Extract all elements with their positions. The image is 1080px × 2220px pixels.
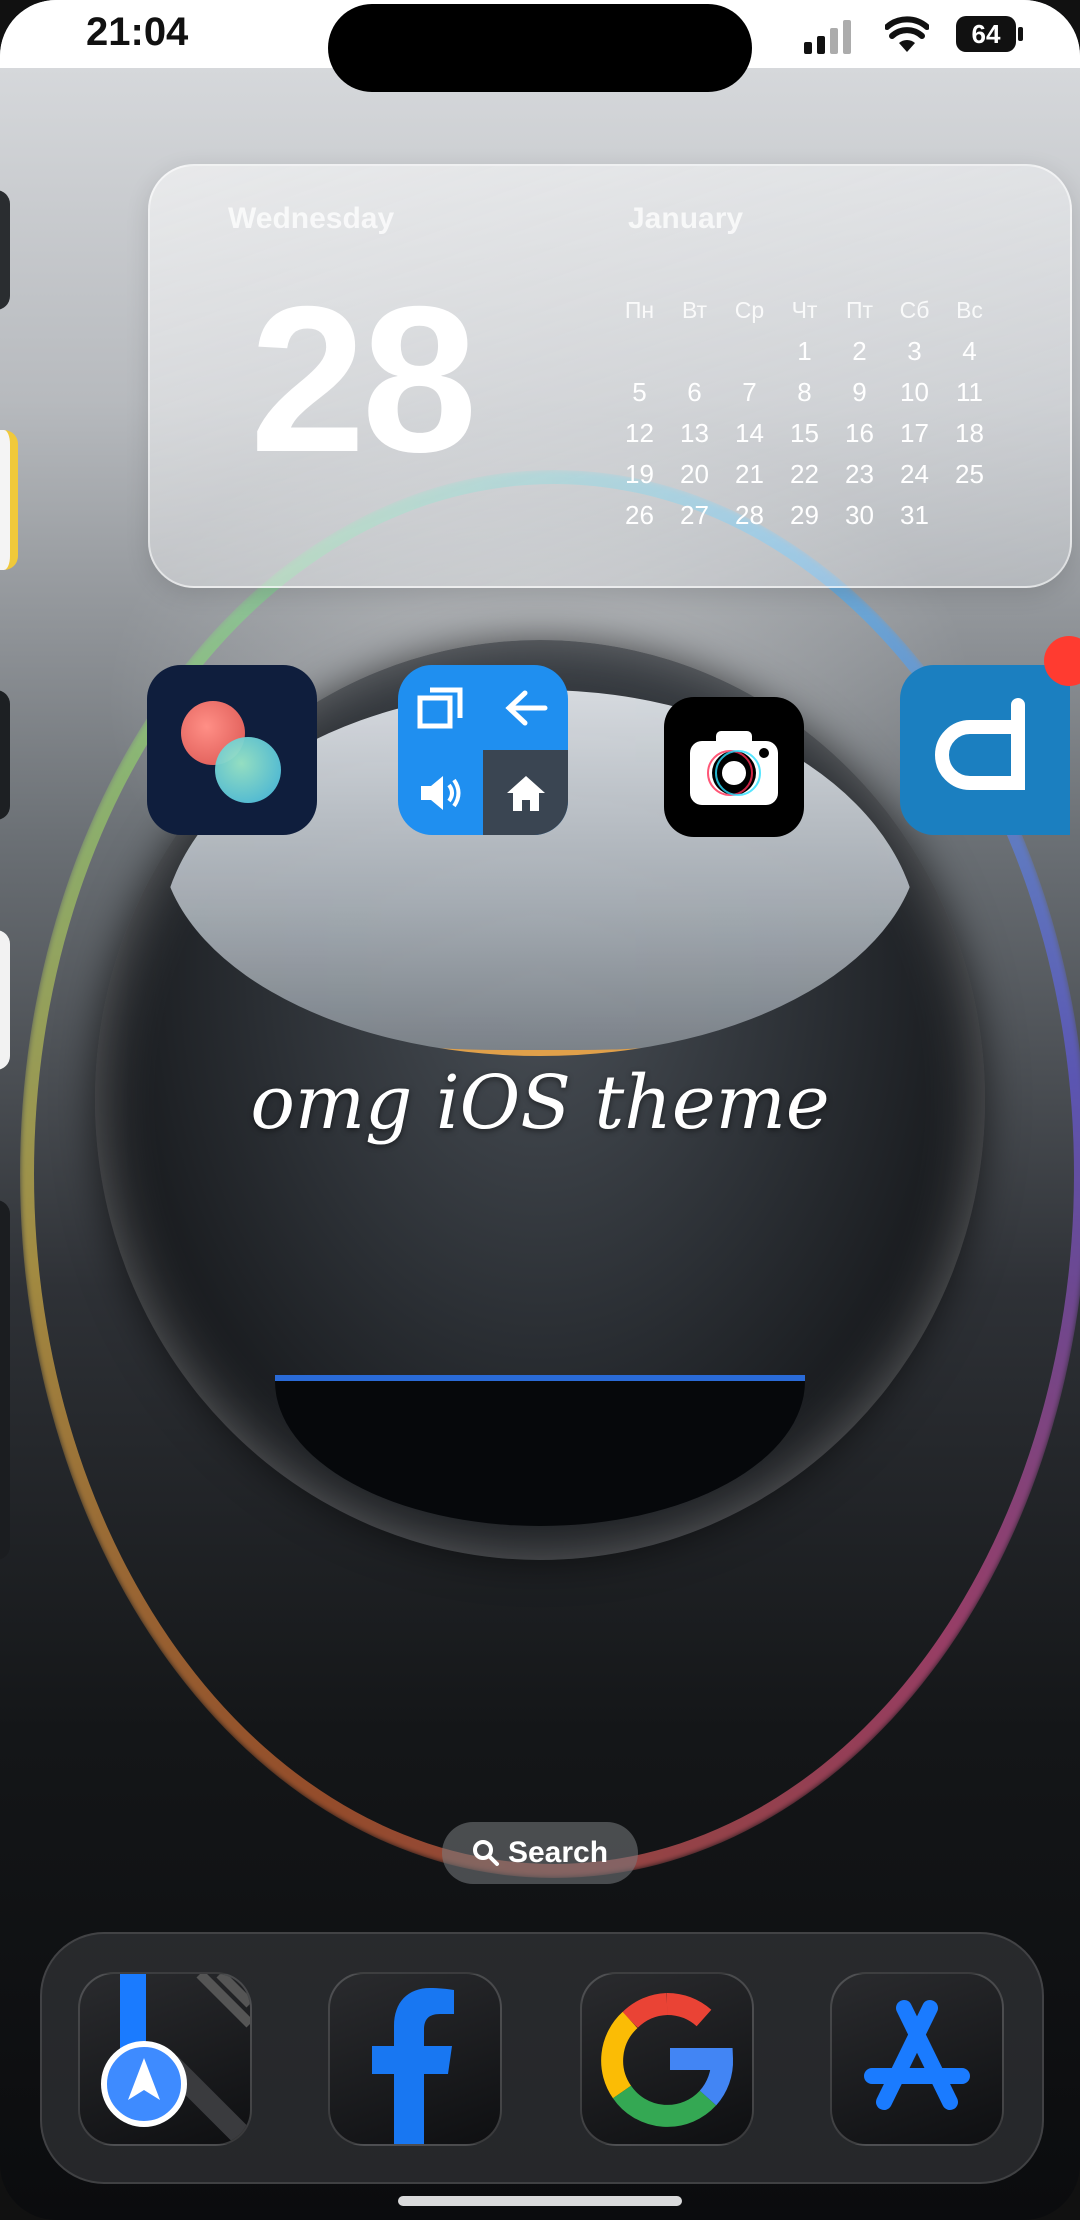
calendar-day-cell <box>667 331 722 372</box>
home-icon <box>483 750 568 835</box>
edge-widget-5 <box>0 1200 10 1560</box>
app-store-glyph <box>864 2000 970 2110</box>
facebook-glyph <box>372 1988 454 2144</box>
calendar-day-cell: 26 <box>625 500 654 530</box>
calendar-day-cell: 30 <box>845 500 874 530</box>
calendar-day-cell: 13 <box>680 418 709 448</box>
calendar-day-cell: 2 <box>852 336 867 366</box>
weekday-header: Пн <box>624 297 655 323</box>
home-indicator[interactable] <box>398 2196 682 2206</box>
wallpaper-caption: omg iOS theme <box>250 1060 830 1146</box>
calendar-day-cell: 4 <box>962 336 977 366</box>
search-button[interactable]: Search <box>442 1822 638 1884</box>
color-orbs-app-icon[interactable] <box>147 665 317 835</box>
calendar-day-cell: 7 <box>742 377 757 407</box>
calendar-day-cell: 27 <box>680 500 709 530</box>
back-arrow-icon <box>483 665 568 750</box>
calendar-day-cell <box>722 331 777 372</box>
maps-glyph <box>101 1974 250 2144</box>
calendar-day-cell: 31 <box>900 500 929 530</box>
calendar-day-cell: 6 <box>687 377 702 407</box>
cellular-signal-icon <box>804 20 851 54</box>
calendar-day-cell <box>612 331 667 372</box>
calendar-day-cell: 21 <box>735 459 764 489</box>
calendar-day-cell: 1 <box>797 336 812 366</box>
calendar-day-cell: 24 <box>900 459 929 489</box>
calendar-day-cell: 18 <box>955 418 984 448</box>
wifi-icon <box>885 16 929 52</box>
search-icon <box>472 1840 499 1866</box>
calendar-day-cell: 23 <box>845 459 874 489</box>
calendar-day-cell <box>942 495 997 536</box>
facebook-icon[interactable] <box>328 1972 502 2146</box>
widget-month: January <box>628 202 744 235</box>
status-time: 21:04 <box>86 10 189 54</box>
calendar-widget[interactable]: Wednesday January 28 Пн Вт Ср Чт Пт Сб Вс 1 2 3 4 5… <box>148 164 1072 588</box>
volume-icon <box>398 750 483 835</box>
calendar-day-cell: 11 <box>956 377 983 407</box>
calendar-day-cell: 12 <box>625 418 654 448</box>
calendar-day-cell: 9 <box>852 377 867 407</box>
camera-app-icon[interactable] <box>664 697 804 837</box>
google-g-glyph <box>601 1992 734 2127</box>
calendar-day-cell: 14 <box>735 418 764 448</box>
assistive-controls-app-icon[interactable] <box>398 665 568 835</box>
weekday-header: Вс <box>956 297 983 323</box>
d-app-icon[interactable] <box>900 665 1070 835</box>
dynamic-island <box>328 4 752 92</box>
calendar-day-cell: 22 <box>790 459 819 489</box>
edge-widget-2 <box>0 430 18 570</box>
edge-widget-3 <box>0 690 10 820</box>
weekday-header: Ср <box>734 297 765 323</box>
calendar-day-cell: 16 <box>845 418 874 448</box>
home-screen: 21:04 64 Wednesday January 28 Пн Вт Ср Чт Пт… <box>0 0 1080 2220</box>
multitask-icon <box>398 665 483 750</box>
calendar-today-cell: 28 <box>722 495 777 536</box>
edge-widget-4 <box>0 930 10 1070</box>
calendar-day-cell: 3 <box>907 336 922 366</box>
teal-orb-shape <box>215 737 281 803</box>
calendar-day-cell: 5 <box>632 377 647 407</box>
calendar-day-cell: 15 <box>790 418 819 448</box>
camera-icon <box>690 731 778 805</box>
maps-icon[interactable] <box>78 1972 252 2146</box>
calendar-day-cell: 19 <box>625 459 654 489</box>
widget-day-number: 28 <box>250 264 477 496</box>
month-calendar-grid: Пн Вт Ср Чт Пт Сб Вс 1 2 3 4 5 6 7 8 9 10 11 12 13 14 15 16 17 1… <box>612 290 997 536</box>
calendar-day-cell: 8 <box>797 377 812 407</box>
battery-icon: 64 <box>956 14 1026 54</box>
calendar-day-cell: 17 <box>900 418 929 448</box>
weekday-header: Вт <box>681 297 708 323</box>
search-label: Search <box>507 1836 609 1869</box>
app-store-icon[interactable] <box>830 1972 1004 2146</box>
calendar-day-cell: 10 <box>900 377 929 407</box>
weekday-header: Пт <box>845 297 874 323</box>
calendar-day-cell: 29 <box>790 500 819 530</box>
weekday-header: Чт <box>791 297 818 323</box>
google-icon[interactable] <box>580 1972 754 2146</box>
d-letter-icon <box>935 698 1025 790</box>
edge-widget-1 <box>0 190 10 310</box>
calendar-day-cell: 25 <box>955 459 984 489</box>
widget-weekday: Wednesday <box>228 202 395 235</box>
battery-percentage: 64 <box>971 19 1001 49</box>
weekday-header: Сб <box>899 297 930 323</box>
calendar-day-cell: 20 <box>680 459 709 489</box>
